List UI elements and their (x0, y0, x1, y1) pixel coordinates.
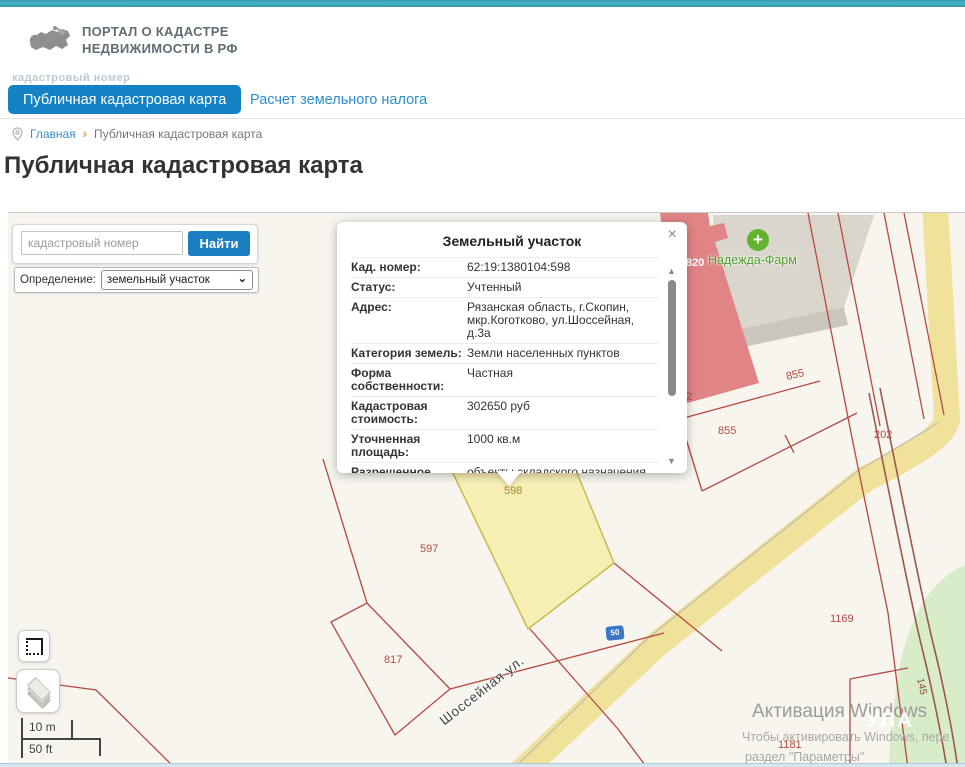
layers-button[interactable] (16, 669, 60, 713)
definition-filter-box: Определение: земельный участок ⌄ (14, 267, 259, 293)
chevron-down-icon: ⌄ (238, 272, 247, 285)
page-title: Публичная кадастровая карта (4, 152, 363, 180)
popup-scrollbar[interactable]: ▲ ▼ (666, 268, 678, 464)
map-pin-icon (12, 127, 23, 141)
breadcrumb-separator: › (83, 126, 87, 141)
parcel-label-597: 597 (420, 543, 438, 555)
layers-icon (25, 680, 51, 702)
table-row: Форма собственности:Частная (351, 364, 659, 397)
pharmacy-plus-icon: + (747, 229, 769, 251)
parcel-label-202: 202 (874, 429, 892, 441)
popup-pointer-tail (496, 471, 522, 486)
parcel-info-popup: Земельный участок × Кад. номер:62:19:138… (337, 222, 687, 473)
parcel-label-855b: 855 (718, 425, 736, 437)
table-row: Кадастровая стоимость:302650 руб (351, 397, 659, 430)
top-accent-bar (0, 0, 965, 7)
selected-parcel-598[interactable] (448, 451, 614, 629)
table-row: Адрес:Рязанская область, г.Скопин, мкр.К… (351, 298, 659, 344)
breadcrumb-current: Публичная кадастровая карта (94, 127, 262, 141)
windows-activation-line2: Чтобы активировать Windows, пере (742, 730, 949, 744)
site-logo: ПОРТАЛ О КАДАСТРЕ НЕДВИЖИМОСТИ В РФ (28, 22, 238, 58)
table-row: Категория земель:Земли населенных пункто… (351, 344, 659, 364)
search-button[interactable]: Найти (188, 231, 250, 256)
popup-attribute-table: Кад. номер:62:19:1380104:598 Статус:Учте… (351, 257, 659, 473)
parcel-label-1169: 1169 (830, 613, 854, 625)
scroll-up-icon[interactable]: ▲ (667, 266, 676, 276)
tab-public-cadastral-map[interactable]: Публичная кадастровая карта (8, 85, 241, 114)
page-bottom-strip (0, 763, 965, 767)
scale-meters: 10 m (29, 720, 56, 734)
site-title-line2: НЕДВИЖИМОСТИ В РФ (82, 40, 238, 57)
ghost-artifact-text: кадастровый номер (12, 72, 130, 84)
poi-label-nadezhda-farm: Надежда-Фарм (708, 253, 797, 267)
definition-label: Определение: (20, 274, 96, 286)
measure-area-button[interactable] (18, 630, 50, 662)
table-row: Кад. номер:62:19:1380104:598 (351, 257, 659, 278)
parcel-label-598: 598 (504, 485, 522, 497)
breadcrumb: Главная › Публичная кадастровая карта (12, 126, 262, 141)
search-panel: Найти (12, 224, 258, 264)
road-number-badge: 50 (605, 625, 624, 641)
measure-square-icon (26, 638, 43, 655)
table-row: Уточненная площадь:1000 кв.м (351, 430, 659, 463)
scale-feet: 50 ft (29, 742, 52, 756)
breadcrumb-home-link[interactable]: Главная (30, 127, 76, 141)
parcel-label-817: 817 (384, 654, 402, 666)
russia-map-logo-icon (28, 22, 72, 58)
scrollbar-thumb[interactable] (668, 280, 676, 396)
tab-land-tax-calc[interactable]: Расчет земельного налога (240, 85, 437, 114)
parcel-label-820: 820 (686, 257, 704, 269)
table-row: Статус:Учтенный (351, 278, 659, 298)
tab-bar: Публичная кадастровая карта Расчет земел… (0, 85, 965, 119)
site-title-line1: ПОРТАЛ О КАДАСТРЕ (82, 23, 238, 40)
cadastral-number-input[interactable] (21, 231, 183, 255)
map-scale-bar: 10 m 50 ft (13, 711, 113, 761)
close-icon[interactable]: × (668, 226, 677, 244)
scroll-down-icon[interactable]: ▼ (667, 456, 676, 466)
popup-title: Земельный участок (337, 233, 687, 249)
object-type-selected-value: земельный участок (107, 274, 210, 286)
windows-activation-line3: раздел "Параметры" (745, 750, 864, 764)
object-type-select[interactable]: земельный участок ⌄ (101, 270, 253, 290)
